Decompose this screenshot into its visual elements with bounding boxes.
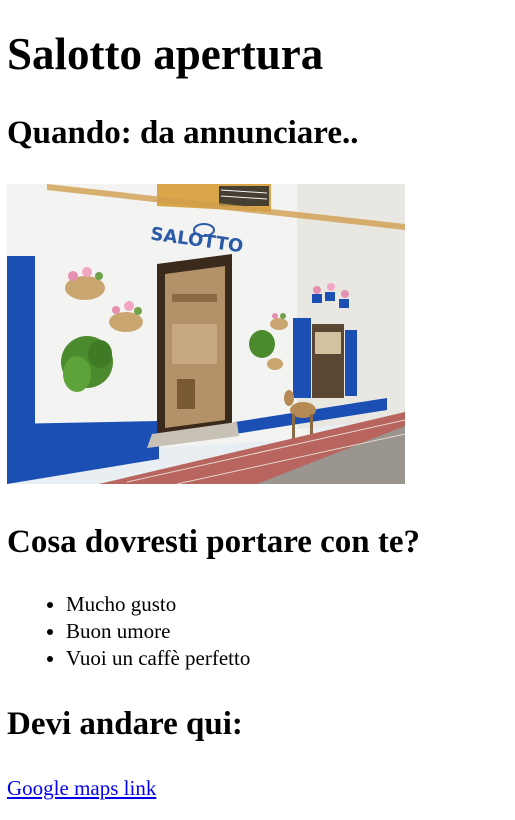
when-heading: Quando: da annunciare.. [7, 115, 359, 151]
bring-list: Mucho gusto Buon umore Vuoi un caffè per… [26, 591, 250, 672]
blue-pot [339, 299, 349, 308]
google-maps-link[interactable]: Google maps link [7, 775, 156, 802]
shop-photo: SALOTTO [7, 184, 405, 484]
planter [109, 312, 143, 332]
right-shutter [293, 318, 311, 398]
list-item: Buon umore [66, 618, 250, 645]
list-item: Vuoi un caffè perfetto [66, 645, 250, 672]
bring-heading: Cosa dovresti portare con te? [7, 524, 421, 560]
planter [267, 358, 283, 370]
page: Salotto apertura Quando: da annunciare..… [0, 0, 515, 820]
planter [270, 318, 288, 330]
left-shutter [7, 256, 35, 434]
right-shutter [345, 330, 357, 396]
blue-pot [325, 292, 335, 301]
blue-pot [312, 294, 322, 303]
list-item: Mucho gusto [66, 591, 250, 618]
page-title: Salotto apertura [7, 29, 324, 79]
where-heading: Devi andare qui: [7, 706, 243, 742]
